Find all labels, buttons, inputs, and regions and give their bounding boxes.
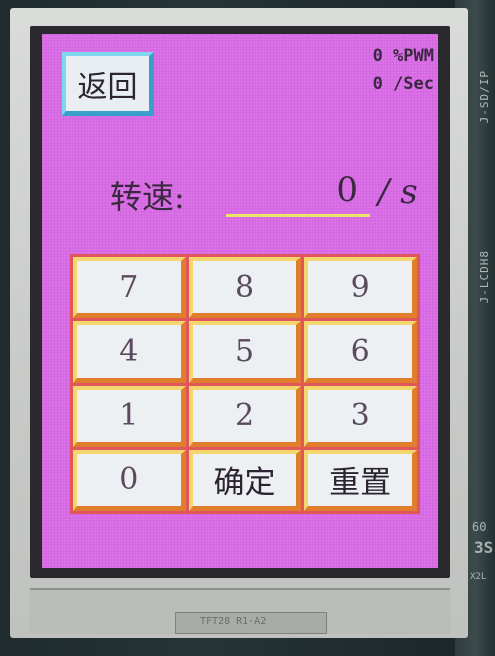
key-4[interactable]: 4 (73, 321, 186, 383)
confirm-button[interactable]: 确定 (188, 449, 302, 511)
key-0[interactable]: 0 (73, 449, 186, 511)
key-5[interactable]: 5 (188, 321, 302, 383)
key-7[interactable]: 7 (73, 257, 186, 319)
key-3[interactable]: 3 (304, 385, 417, 447)
flex-cable-label: TFT28 R1-A2 (200, 616, 267, 627)
key-9[interactable]: 9 (304, 257, 417, 319)
speed-value: 0 (336, 170, 358, 210)
numeric-keypad: 7 8 9 4 5 6 1 2 3 0 确定 重置 (70, 254, 420, 514)
key-6[interactable]: 6 (304, 321, 417, 383)
key-2[interactable]: 2 (188, 385, 302, 447)
key-1[interactable]: 1 (73, 385, 186, 447)
lcd-screen: 返回 0 %PWM 0 /Sec 转速: 0 / s 7 8 9 4 5 6 1… (42, 34, 438, 568)
silkscreen-corner-small: X2L (470, 572, 487, 582)
speed-unit: / s (378, 172, 418, 212)
silkscreen-corner-label: 3S (474, 538, 494, 557)
back-button[interactable]: 返回 (62, 52, 154, 116)
reset-button[interactable]: 重置 (304, 449, 417, 511)
pwm-status: 0 %PWM (372, 46, 434, 66)
speed-input-field[interactable]: 0 (226, 170, 370, 217)
silkscreen-lcd: J-LCDH8 (478, 250, 491, 304)
speed-rate-status: 0 /Sec (372, 74, 434, 94)
silkscreen-sdip: J-SD/IP (478, 70, 491, 124)
speed-label: 转速: (110, 178, 185, 216)
silkscreen-corner-number: 60 (472, 520, 487, 534)
key-8[interactable]: 8 (188, 257, 302, 319)
